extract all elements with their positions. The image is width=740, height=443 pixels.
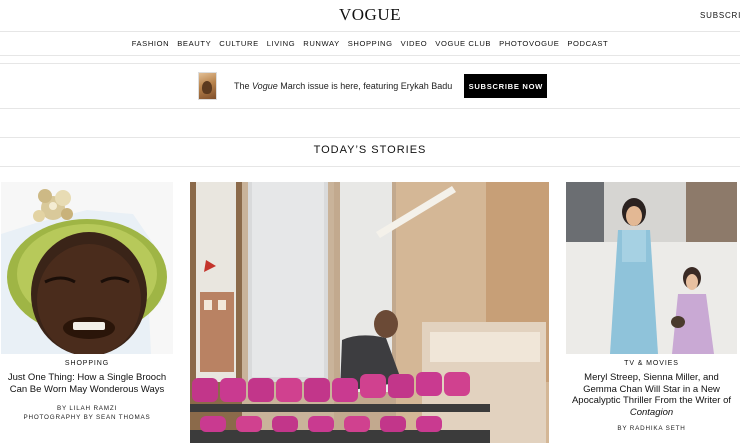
header-subscribe-link[interactable]: SUBSCRIBE [700, 11, 740, 20]
magazine-cover-thumbnail[interactable] [198, 72, 217, 100]
site-header: VOGUE SUBSCRIBE [0, 0, 740, 31]
issue-promo-banner: The Vogue March issue is here, featuring… [198, 72, 548, 100]
film-still-illustration [566, 182, 737, 354]
nav-podcast[interactable]: PODCAST [567, 39, 608, 48]
promo-text: The Vogue March issue is here, featuring… [234, 81, 452, 91]
section-bottom-divider [0, 166, 740, 167]
promo-top-divider [0, 63, 740, 64]
nav-runway[interactable]: RUNWAY [303, 39, 340, 48]
story-image-workshop[interactable] [190, 182, 549, 443]
story-byline: BY LILAH RAMZI PHOTOGRAPHY BY SEAN THOMA… [1, 404, 173, 422]
story-card-brooch: SHOPPING Just One Thing: How a Single Br… [1, 360, 173, 422]
story-kicker[interactable]: SHOPPING [1, 360, 173, 367]
story-headline-italic: Contagion [629, 406, 674, 418]
section-top-divider [0, 137, 740, 138]
nav-living[interactable]: LIVING [267, 39, 296, 48]
nav-divider [0, 55, 740, 56]
subscribe-now-button[interactable]: SUBSCRIBE NOW [464, 74, 548, 98]
nav-culture[interactable]: CULTURE [219, 39, 259, 48]
promo-prefix: The [234, 81, 253, 91]
story-headline[interactable]: Meryl Streep, Sienna Miller, and Gemma C… [566, 372, 737, 418]
vogue-logo[interactable]: VOGUE [0, 5, 740, 25]
nav-photovogue[interactable]: PHOTOVOGUE [499, 39, 559, 48]
nav-video[interactable]: VIDEO [401, 39, 428, 48]
promo-suffix: March issue is here, featuring Erykah Ba… [277, 81, 453, 91]
section-title: TODAY’S STORIES [313, 144, 427, 156]
promo-bottom-divider [0, 108, 740, 109]
brooch-portrait-illustration [1, 182, 173, 354]
story-kicker[interactable]: TV & MOVIES [566, 360, 737, 367]
story-image-brooch[interactable] [1, 182, 173, 354]
story-headline[interactable]: Just One Thing: How a Single Brooch Can … [1, 372, 173, 395]
promo-magazine-name: Vogue [252, 81, 278, 91]
workshop-photo-illustration [190, 182, 549, 443]
nav-shopping[interactable]: SHOPPING [348, 39, 393, 48]
story-byline: BY RADHIKA SETH [617, 425, 686, 432]
nav-fashion[interactable]: FASHION [132, 39, 170, 48]
story-card-contagion: TV & MOVIES Meryl Streep, Sienna Miller,… [566, 360, 737, 433]
story-image-contagion-cast[interactable] [566, 182, 737, 354]
story-photo-credit: PHOTOGRAPHY BY SEAN THOMAS [23, 414, 151, 421]
nav-beauty[interactable]: BEAUTY [177, 39, 211, 48]
story-headline-main: Meryl Streep, Sienna Miller, and Gemma C… [571, 372, 732, 406]
main-nav: FASHION BEAUTY CULTURE LIVING RUNWAY SHO… [0, 32, 740, 54]
nav-vogue-club[interactable]: VOGUE CLUB [435, 39, 491, 48]
story-author: BY LILAH RAMZI [56, 405, 118, 412]
